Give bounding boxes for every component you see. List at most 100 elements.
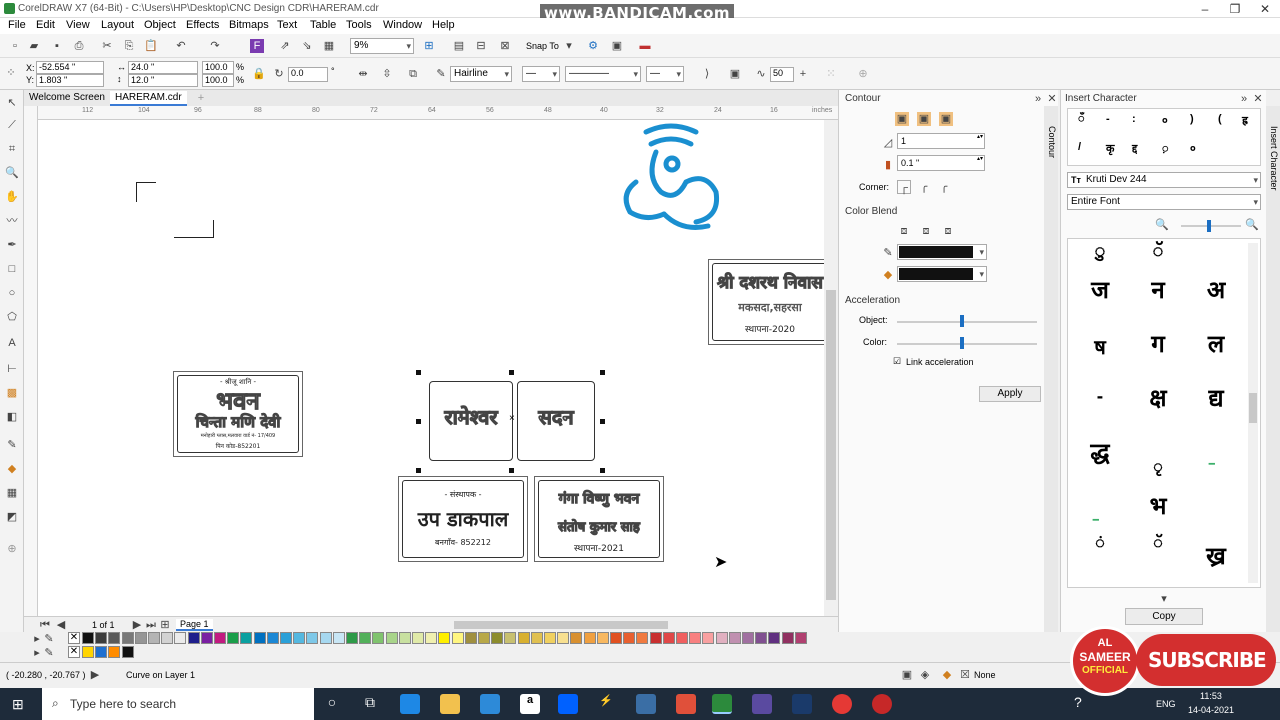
color-swatch[interactable] (570, 632, 583, 644)
parallel-dimension-icon[interactable]: ⊢ (5, 362, 19, 376)
artistic-media-icon[interactable]: ✒ (5, 238, 19, 252)
recent-char[interactable]: ० (1162, 113, 1168, 128)
y-position-field[interactable]: 1.803 " (36, 74, 104, 87)
zoom-level-select[interactable]: 9% (350, 38, 414, 54)
color-swatch[interactable] (464, 632, 477, 644)
color-swatch[interactable] (412, 632, 424, 644)
full-screen-icon[interactable]: ▤ (452, 39, 466, 53)
apply-button[interactable]: Apply (979, 386, 1041, 402)
color-swatch[interactable] (596, 632, 609, 644)
smoothing-field[interactable]: 50 (770, 67, 794, 82)
color-swatch[interactable] (332, 632, 345, 644)
add-circle-icon[interactable]: ⊕ (856, 67, 870, 81)
redo-icon[interactable]: ↷ (208, 39, 222, 53)
zoom-fit-icon[interactable]: ⊞ (422, 39, 436, 53)
font-select[interactable]: Kruti Dev 244 (1067, 172, 1261, 188)
copy-button[interactable]: Copy (1125, 608, 1203, 625)
options-icon[interactable]: ⚙ (586, 39, 600, 53)
menu-object[interactable]: Object (144, 19, 176, 31)
height-field[interactable]: 12.0 " (128, 74, 198, 87)
new-document-icon[interactable]: ▫ (8, 39, 22, 53)
recent-char[interactable]: : (1132, 113, 1136, 125)
color-swatch[interactable] (95, 646, 108, 658)
undo-icon[interactable]: ↶ (174, 39, 188, 53)
pin-icon[interactable]: ⚡ (596, 694, 616, 714)
dotted-grid-icon[interactable]: ⁙ (824, 67, 838, 81)
char-cell[interactable]: भ (1138, 489, 1178, 522)
char-cell[interactable]: द्ध (1080, 435, 1120, 468)
next-page-icon[interactable]: ▶ (130, 618, 144, 632)
menu-bitmaps[interactable]: Bitmaps (229, 19, 269, 31)
export-icon[interactable]: ⇗ (278, 39, 292, 53)
app-icon[interactable] (636, 694, 656, 714)
cortana-icon[interactable]: ○ (322, 694, 342, 714)
selection-handle[interactable] (416, 468, 421, 473)
menu-effects[interactable]: Effects (186, 19, 219, 31)
color-swatch[interactable] (544, 632, 556, 644)
color-swatch[interactable] (636, 632, 649, 644)
color-swatch[interactable] (425, 632, 438, 644)
outline-color-select[interactable] (897, 244, 987, 260)
menu-window[interactable]: Window (383, 19, 422, 31)
ellipse-tool-icon[interactable]: ○ (5, 286, 19, 300)
char-cell[interactable]: द्य (1196, 381, 1236, 414)
shape-tool-icon[interactable]: ⟋ (5, 118, 19, 132)
no-color-swatch[interactable]: ✕ (68, 646, 80, 658)
tab-page-1[interactable]: Page 1 (176, 619, 213, 631)
selection-handle[interactable] (600, 419, 605, 424)
app-icon[interactable] (676, 694, 696, 714)
selection-handle[interactable] (416, 370, 421, 375)
rotation-field[interactable]: 0.0 (288, 67, 328, 82)
color-swatch[interactable] (768, 632, 781, 644)
menu-table[interactable]: Table (310, 19, 336, 31)
char-cell[interactable]: ृ (1138, 455, 1178, 477)
color-accel-slider[interactable] (897, 343, 1037, 345)
color-swatch[interactable] (95, 632, 108, 644)
miter-corner-icon[interactable]: ┌ (897, 180, 911, 194)
char-cell[interactable]: न (1138, 273, 1178, 306)
char-cell[interactable]: ज (1080, 273, 1120, 306)
color-swatch[interactable] (385, 632, 398, 644)
steps-field[interactable]: 1 (897, 133, 985, 149)
welcome-screen-icon[interactable]: ▬ (638, 39, 652, 53)
color-swatch[interactable] (517, 632, 530, 644)
plaque-up-dakpal[interactable]: - संस्थापक - उप डाकपाल बनगाँव- 852212 (398, 476, 528, 562)
publish-pdf-icon[interactable]: ⇘ (300, 39, 314, 53)
cut-icon[interactable]: ✂ (100, 39, 114, 53)
no-color-swatch[interactable]: ✕ (68, 632, 80, 644)
contour-to-center-icon[interactable]: ▣ (895, 112, 909, 126)
menu-view[interactable]: View (66, 19, 90, 31)
color-swatch[interactable] (108, 632, 121, 644)
char-cell[interactable]: ॒ (1080, 501, 1120, 523)
document-color-icon[interactable]: ▣ (900, 668, 914, 682)
print-icon[interactable]: ⎙ (72, 39, 86, 53)
color-swatch[interactable] (398, 632, 411, 644)
color-swatch[interactable] (82, 632, 94, 644)
char-cell[interactable]: ग (1138, 327, 1178, 360)
scroll-thumb[interactable] (826, 290, 836, 600)
subscribe-overlay[interactable]: AL SAMEER OFFICIAL SUBSCRIBE (1070, 624, 1276, 696)
docker-tab-contour[interactable]: Contour (1044, 106, 1058, 632)
color-swatch[interactable] (702, 632, 715, 644)
glyph-size-thumb[interactable] (1207, 220, 1211, 232)
drawing-canvas[interactable]: श्री दशरथ निवास मकसदा,सहरसा स्थापना-2020… (38, 120, 824, 616)
add-tool-icon[interactable]: ⊕ (5, 542, 19, 556)
color-swatch[interactable] (742, 632, 754, 644)
color-swatch[interactable] (478, 632, 490, 644)
fill-icon[interactable]: ◈ (918, 668, 932, 682)
tab-welcome-screen[interactable]: Welcome Screen (24, 91, 110, 106)
add-page-icon[interactable]: ⊞ (158, 618, 172, 632)
minimize-button[interactable]: – (1190, 0, 1220, 18)
contour-inside-icon[interactable]: ▣ (917, 112, 931, 126)
fill-bucket-icon[interactable]: ◆ (940, 668, 954, 682)
tab-hareram[interactable]: HARERAM.cdr (110, 91, 187, 106)
color-swatch[interactable] (530, 632, 543, 644)
grid-scrollbar[interactable] (1248, 243, 1258, 583)
char-cell[interactable]: ॒ (1196, 445, 1236, 467)
collapse-docker-icon[interactable]: » (1031, 92, 1045, 106)
polygon-tool-icon[interactable]: ⬠ (5, 310, 19, 324)
color-swatch[interactable] (755, 632, 768, 644)
paste-icon[interactable]: 📋 (144, 39, 158, 53)
menu-edit[interactable]: Edit (36, 19, 55, 31)
color-swatch[interactable] (491, 632, 504, 644)
